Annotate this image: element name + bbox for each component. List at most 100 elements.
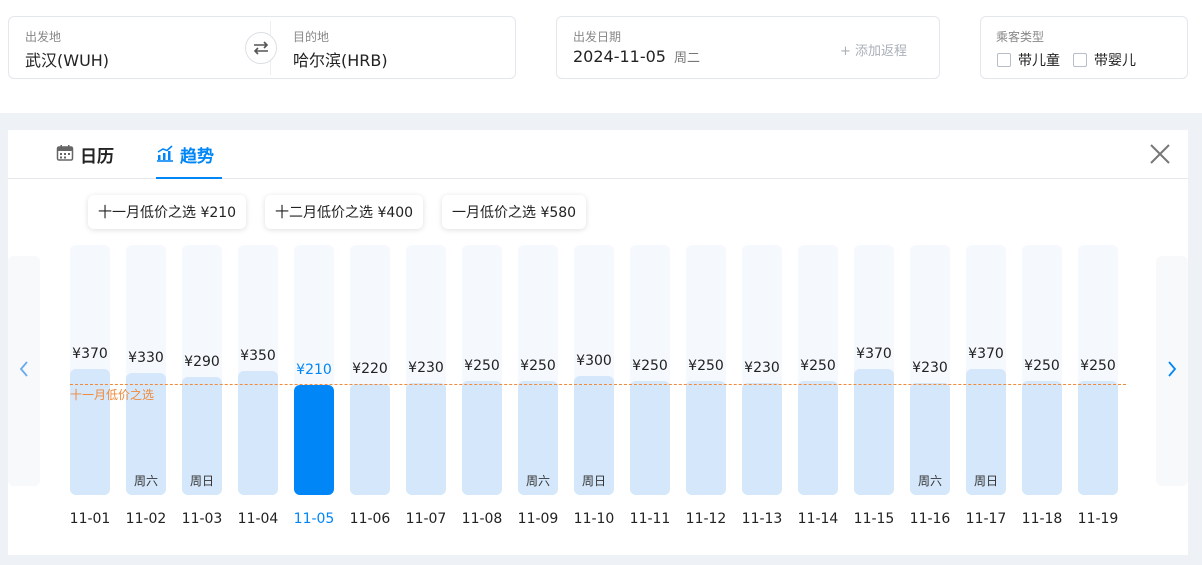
- low-price-line: [70, 384, 1126, 385]
- close-button[interactable]: [1148, 142, 1172, 166]
- date-label[interactable]: 11-15: [844, 511, 904, 527]
- close-icon: [1148, 144, 1172, 170]
- date-label[interactable]: 11-04: [228, 511, 288, 527]
- price-label: ¥250: [520, 358, 556, 374]
- price-label: ¥370: [968, 346, 1004, 362]
- date-price-column[interactable]: ¥230: [406, 245, 446, 495]
- calendar-icon: [56, 144, 74, 162]
- price-bar[interactable]: [238, 371, 278, 495]
- search-header: 出发地 武汉(WUH) 目的地 哈尔滨(HRB) 出发日期 2024-11-05…: [0, 0, 1202, 113]
- date-price-column[interactable]: ¥250 周六: [518, 245, 558, 495]
- price-bar[interactable]: [462, 381, 502, 495]
- price-bar[interactable]: [1022, 381, 1062, 495]
- chevron-right-icon: [1167, 361, 1177, 381]
- to-label: 目的地: [293, 30, 330, 44]
- swap-route-button[interactable]: [245, 32, 277, 64]
- date-price-column[interactable]: ¥370: [70, 245, 110, 495]
- price-label: ¥220: [352, 361, 388, 377]
- date-label[interactable]: 11-18: [1012, 511, 1072, 527]
- child-label: 带儿童: [1018, 53, 1060, 69]
- next-dates-button[interactable]: [1156, 256, 1188, 486]
- weekend-label: 周日: [189, 474, 214, 488]
- from-label: 出发地: [25, 30, 62, 44]
- price-label: ¥230: [408, 360, 444, 376]
- weekend-label: 周日: [581, 474, 606, 488]
- price-label: ¥330: [128, 350, 164, 366]
- date-price-column[interactable]: ¥250: [462, 245, 502, 495]
- prev-dates-button[interactable]: [8, 256, 40, 486]
- date-value: 2024-11-05: [573, 47, 666, 66]
- date-price-column[interactable]: ¥330 周六: [126, 245, 166, 495]
- date-label[interactable]: 11-19: [1068, 511, 1128, 527]
- date-label[interactable]: 11-07: [396, 511, 456, 527]
- price-bar[interactable]: [742, 383, 782, 495]
- price-bar[interactable]: [630, 381, 670, 495]
- date-label[interactable]: 11-05: [284, 511, 344, 527]
- date-price-column[interactable]: ¥350: [238, 245, 278, 495]
- price-bar[interactable]: [294, 385, 334, 495]
- weekend-label: 周日: [973, 474, 998, 488]
- date-price-column[interactable]: ¥210: [294, 245, 334, 495]
- to-field[interactable]: 哈尔滨(HRB): [293, 47, 388, 71]
- date-label[interactable]: 11-17: [956, 511, 1016, 527]
- price-bar[interactable]: [406, 383, 446, 495]
- tab-calendar[interactable]: 日历: [56, 142, 114, 179]
- date-label[interactable]: 11-12: [676, 511, 736, 527]
- price-label: ¥250: [800, 358, 836, 374]
- date-label[interactable]: 11-09: [508, 511, 568, 527]
- date-label: 出发日期: [573, 30, 622, 44]
- date-price-column[interactable]: ¥250: [1022, 245, 1062, 495]
- date-price-column[interactable]: ¥230: [742, 245, 782, 495]
- date-price-column[interactable]: ¥250: [798, 245, 838, 495]
- date-label[interactable]: 11-16: [900, 511, 960, 527]
- date-price-column[interactable]: ¥250: [686, 245, 726, 495]
- month-low-tip[interactable]: 十一月低价之选 ¥210: [88, 195, 247, 229]
- price-label: ¥230: [744, 360, 780, 376]
- date-price-column[interactable]: ¥290 周日: [182, 245, 222, 495]
- date-label[interactable]: 11-13: [732, 511, 792, 527]
- tab-calendar-label: 日历: [80, 147, 114, 167]
- date-weekday: 周二: [673, 51, 700, 66]
- date-label[interactable]: 11-01: [60, 511, 120, 527]
- infant-checkbox[interactable]: 带婴儿: [1073, 50, 1136, 70]
- price-label: ¥210: [296, 362, 332, 378]
- date-price-column[interactable]: ¥230 周六: [910, 245, 950, 495]
- date-label[interactable]: 11-03: [172, 511, 232, 527]
- date-label[interactable]: 11-06: [340, 511, 400, 527]
- price-bar[interactable]: [854, 369, 894, 495]
- price-label: ¥300: [576, 353, 612, 369]
- date-label[interactable]: 11-11: [620, 511, 680, 527]
- add-return-button[interactable]: + 添加返程: [840, 40, 907, 59]
- price-label: ¥370: [856, 346, 892, 362]
- price-bar[interactable]: [798, 381, 838, 495]
- passenger-label: 乘客类型: [996, 30, 1045, 44]
- checkbox-box[interactable]: [997, 53, 1011, 67]
- date-price-column[interactable]: ¥250: [630, 245, 670, 495]
- month-low-tip[interactable]: 一月低价之选 ¥580: [442, 195, 587, 229]
- price-bar[interactable]: [686, 381, 726, 495]
- date-label[interactable]: 11-14: [788, 511, 848, 527]
- date-price-column[interactable]: ¥370 周日: [966, 245, 1006, 495]
- date-price-column[interactable]: ¥370: [854, 245, 894, 495]
- tab-trend[interactable]: 趋势: [156, 142, 222, 179]
- checkbox-box[interactable]: [1073, 53, 1087, 67]
- date-label[interactable]: 11-10: [564, 511, 624, 527]
- price-label: ¥290: [184, 354, 220, 370]
- tab-trend-label: 趋势: [180, 147, 214, 167]
- child-checkbox[interactable]: 带儿童: [997, 50, 1060, 70]
- date-price-column[interactable]: ¥250: [1078, 245, 1118, 495]
- month-low-tip[interactable]: 十二月低价之选 ¥400: [265, 195, 424, 229]
- date-field[interactable]: 2024-11-05 周二: [573, 47, 700, 66]
- price-label: ¥250: [688, 358, 724, 374]
- from-field[interactable]: 武汉(WUH): [25, 47, 109, 71]
- price-bar[interactable]: [350, 384, 390, 495]
- price-label: ¥250: [1080, 358, 1116, 374]
- chevron-left-icon: [19, 361, 29, 381]
- date-label[interactable]: 11-02: [116, 511, 176, 527]
- price-bar[interactable]: [1078, 381, 1118, 495]
- date-price-column[interactable]: ¥300 周日: [574, 245, 614, 495]
- date-label[interactable]: 11-08: [452, 511, 512, 527]
- swap-arrows-icon: [252, 41, 270, 55]
- date-price-column[interactable]: ¥220: [350, 245, 390, 495]
- weekend-label: 周六: [525, 474, 550, 488]
